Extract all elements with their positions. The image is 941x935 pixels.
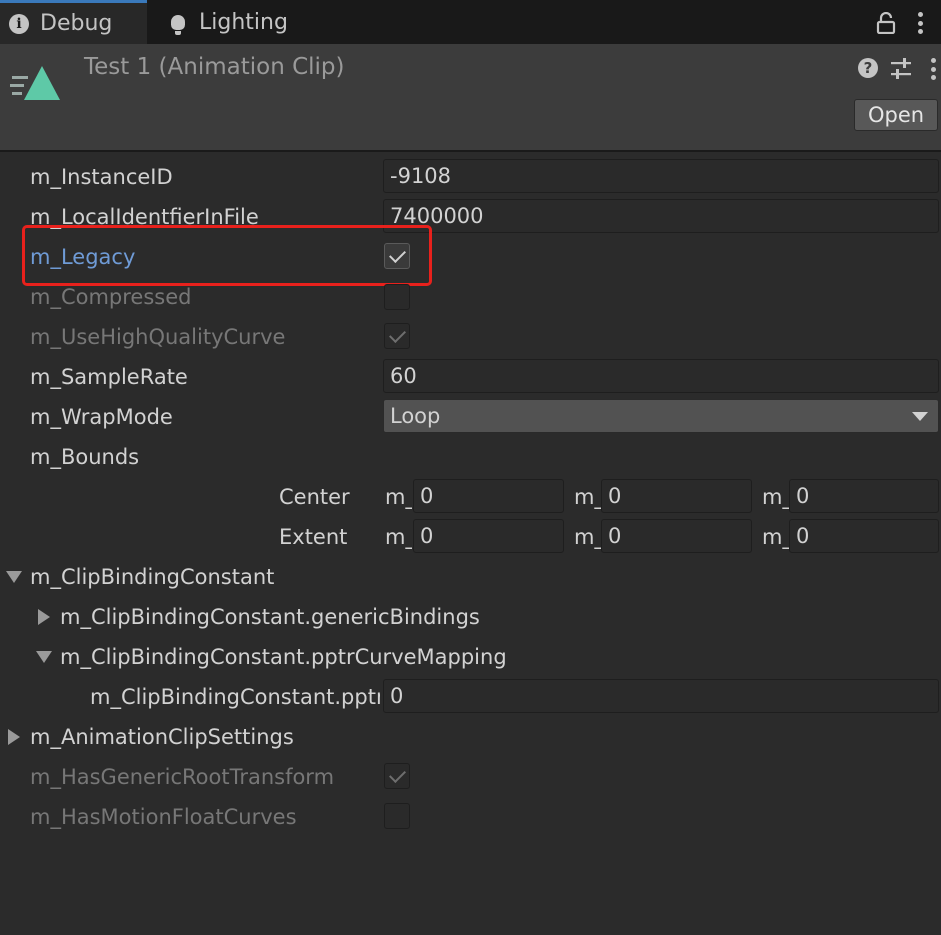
dropdown-arrow-icon <box>912 412 928 421</box>
has-motion-float-curves-label: m_HasMotionFloatCurves <box>30 805 297 829</box>
extent-z-axis-label: m_ <box>762 525 789 549</box>
pptr-size-label: m_ClipBindingConstant.pptrCurveMapping.A… <box>90 685 380 709</box>
generic-bindings-foldout-icon[interactable] <box>38 609 50 625</box>
extent-z-field[interactable]: 0 <box>789 519 939 553</box>
animation-clip-settings-foldout-icon[interactable] <box>8 729 20 745</box>
sample-rate-label: m_SampleRate <box>30 365 188 389</box>
bounds-center-label: Center <box>279 485 350 509</box>
has-generic-root-transform-checkbox[interactable] <box>384 763 410 789</box>
sample-rate-field[interactable]: 60 <box>383 359 939 393</box>
info-icon: i <box>8 13 30 35</box>
bounds-label: m_Bounds <box>30 445 140 469</box>
checkmark-icon <box>388 325 406 343</box>
page-title: Test 1 (Animation Clip) <box>84 54 345 80</box>
tab-lighting[interactable]: Lighting <box>149 0 329 44</box>
checkmark-icon <box>388 765 406 783</box>
wrap-mode-label: m_WrapMode <box>30 405 173 429</box>
has-generic-root-transform-label: m_HasGenericRootTransform <box>30 765 335 789</box>
has-motion-float-curves-checkbox[interactable] <box>384 803 410 829</box>
tab-debug[interactable]: i Debug <box>0 0 147 44</box>
extent-x-axis-label: m_ <box>385 525 412 549</box>
compressed-checkbox[interactable] <box>384 284 410 310</box>
pptr-size-field[interactable]: 0 <box>383 679 939 713</box>
tab-debug-label: Debug <box>40 11 113 36</box>
center-y-field[interactable]: 0 <box>601 479 752 513</box>
instance-id-field[interactable]: -9108 <box>383 159 939 193</box>
extent-y-field[interactable]: 0 <box>601 519 752 553</box>
center-z-field[interactable]: 0 <box>789 479 939 513</box>
instance-id-label: m_InstanceID <box>30 165 173 189</box>
clip-binding-foldout-icon[interactable] <box>6 571 22 583</box>
high-quality-curve-checkbox[interactable] <box>384 323 410 349</box>
preset-sliders-icon[interactable] <box>889 57 913 81</box>
center-z-axis-label: m_ <box>762 485 789 509</box>
help-icon[interactable]: ? <box>858 58 878 78</box>
pptr-curve-mapping-foldout-icon[interactable] <box>36 651 52 663</box>
lock-icon[interactable] <box>876 11 896 35</box>
header-divider <box>0 150 941 152</box>
center-x-field[interactable]: 0 <box>413 479 564 513</box>
open-button[interactable]: Open <box>854 99 938 131</box>
bounds-extent-label: Extent <box>279 525 348 549</box>
pptr-curve-mapping-label[interactable]: m_ClipBindingConstant.pptrCurveMapping <box>60 643 507 671</box>
extent-x-field[interactable]: 0 <box>413 519 564 553</box>
highlight-annotation <box>22 225 432 286</box>
extent-y-axis-label: m_ <box>574 525 601 549</box>
animation-clip-settings-label[interactable]: m_AnimationClipSettings <box>30 723 294 751</box>
generic-bindings-label[interactable]: m_ClipBindingConstant.genericBindings <box>60 603 480 631</box>
kebab-menu-icon[interactable] <box>912 10 928 36</box>
lightbulb-icon <box>167 11 189 35</box>
center-y-axis-label: m_ <box>574 485 601 509</box>
clip-binding-label[interactable]: m_ClipBindingConstant <box>30 563 274 591</box>
wrap-mode-dropdown[interactable]: Loop <box>383 399 939 433</box>
header-menu-icon[interactable] <box>928 56 938 82</box>
compressed-label: m_Compressed <box>30 285 192 309</box>
high-quality-curve-label: m_UseHighQualityCurve <box>30 325 286 349</box>
animation-clip-icon <box>10 62 64 106</box>
wrap-mode-value: Loop <box>390 404 441 428</box>
center-x-axis-label: m_ <box>385 485 412 509</box>
tab-lighting-label: Lighting <box>199 9 288 35</box>
local-identifier-field[interactable]: 7400000 <box>383 199 939 233</box>
